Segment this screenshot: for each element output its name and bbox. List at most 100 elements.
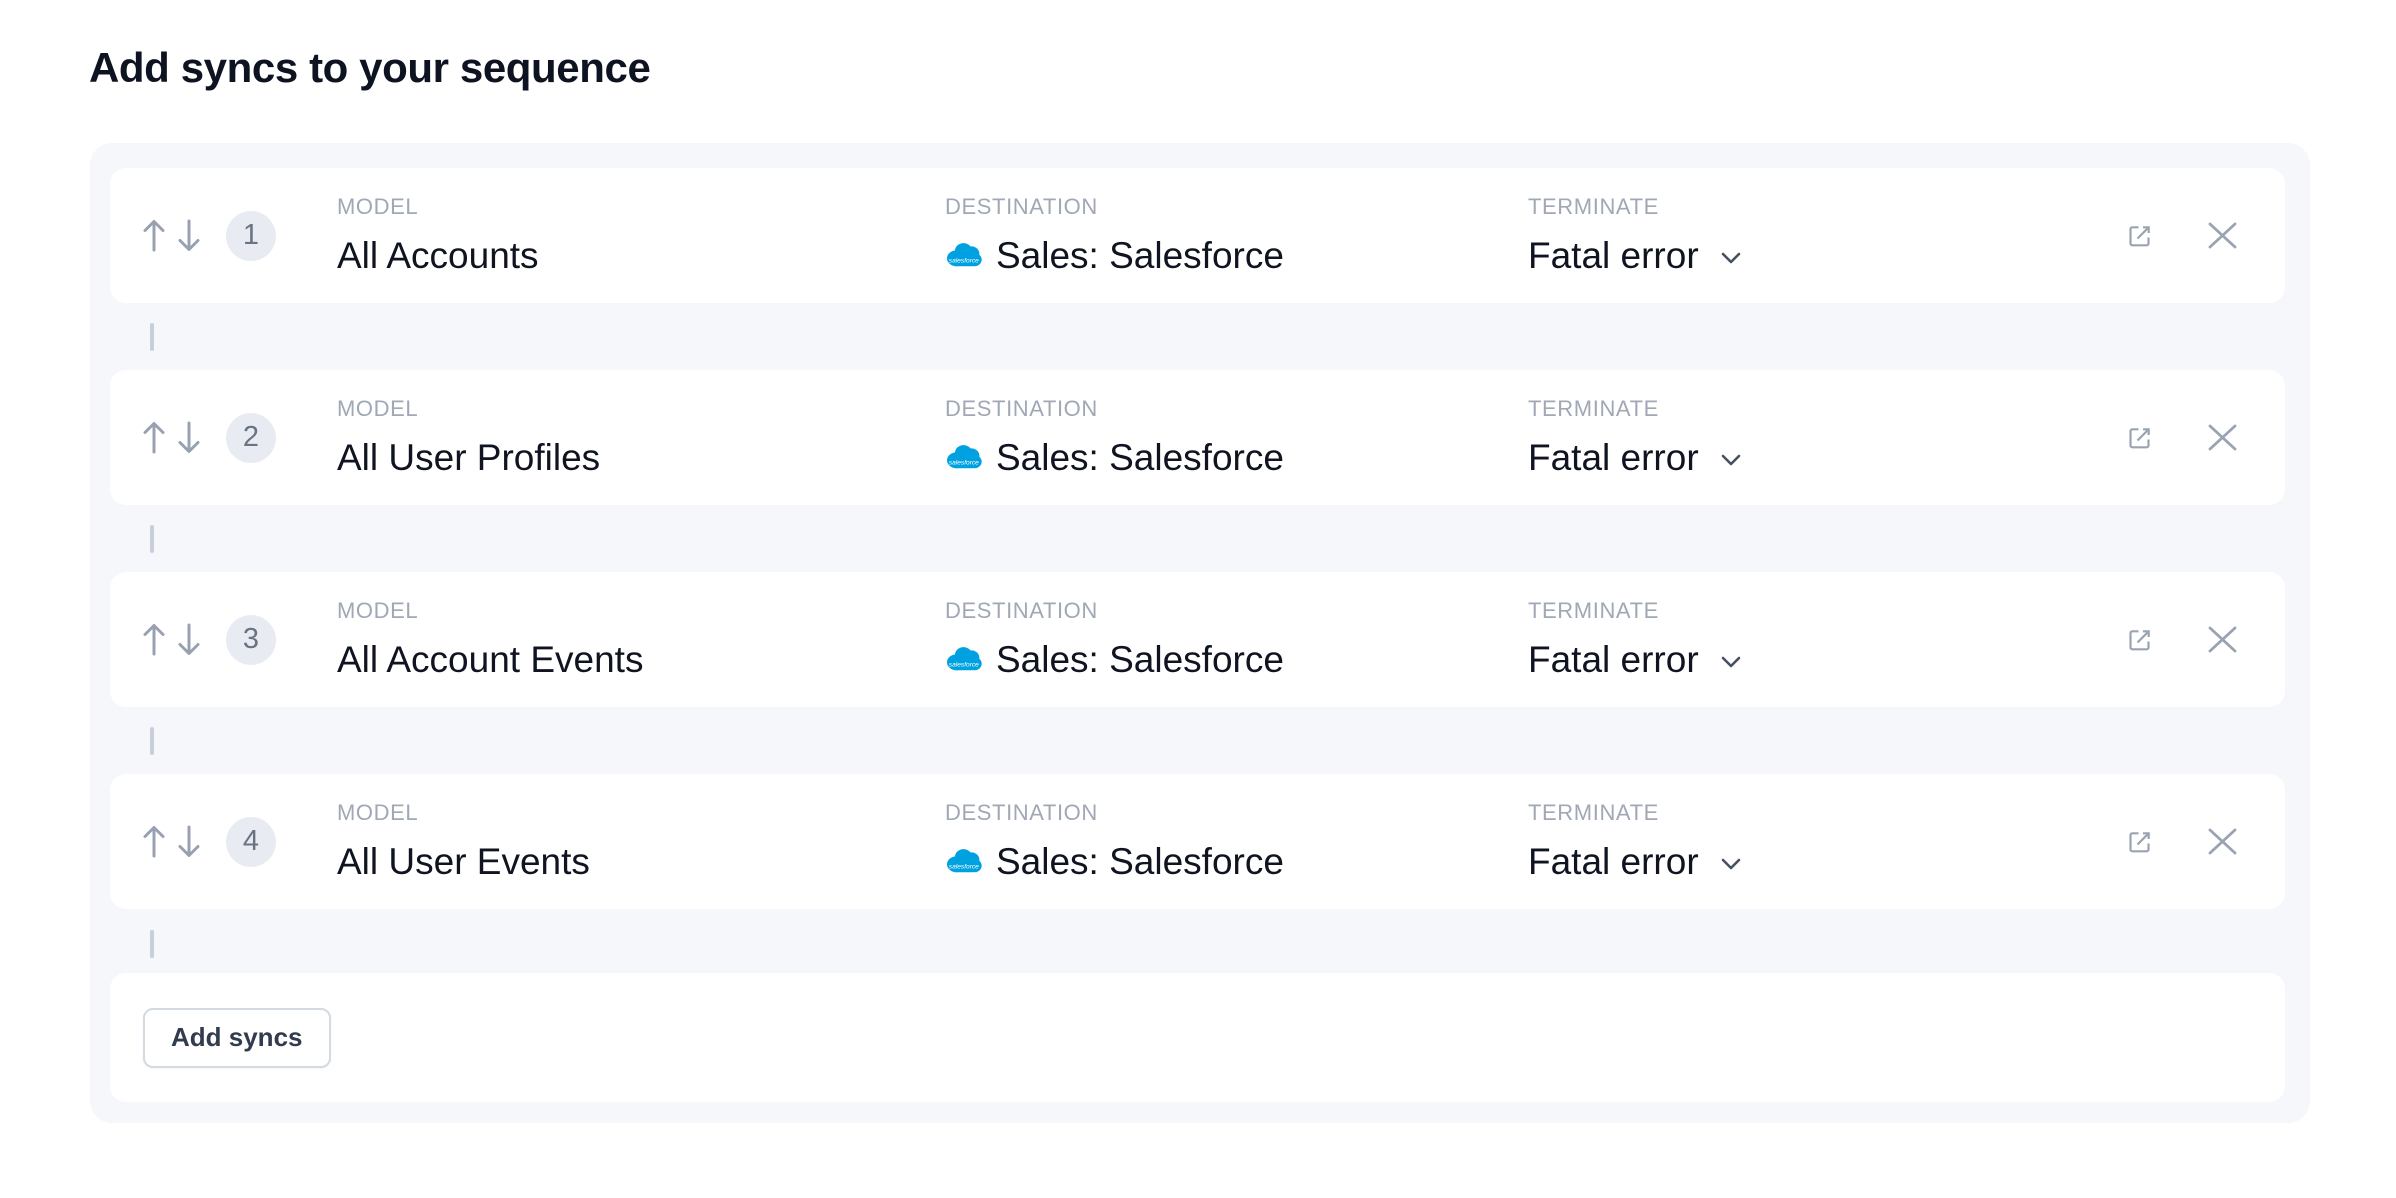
model-name: All Accounts — [337, 233, 945, 278]
close-icon — [2207, 828, 2238, 855]
move-down-button[interactable] — [178, 218, 200, 253]
salesforce-icon: salesforce — [945, 241, 982, 269]
external-link-icon — [2127, 223, 2153, 249]
model-name: All User Events — [337, 839, 945, 884]
destination-column: DESTINATION salesforce Sales: Salesforce — [945, 598, 1528, 682]
remove-sync-button[interactable] — [2207, 424, 2238, 451]
terminate-column-label: TERMINATE — [1528, 598, 2127, 624]
arrow-up-icon — [143, 622, 165, 657]
reorder-controls: 2 — [143, 413, 337, 463]
move-up-button[interactable] — [143, 218, 165, 253]
arrow-down-icon — [178, 420, 200, 455]
model-column: MODEL All User Events — [337, 800, 945, 884]
sequence-connector — [150, 727, 154, 755]
destination-name: Sales: Salesforce — [996, 435, 1284, 480]
terminate-column: TERMINATE Fatal error — [1528, 396, 2127, 480]
open-sync-button[interactable] — [2127, 829, 2153, 855]
open-sync-button[interactable] — [2127, 425, 2153, 451]
destination-column: DESTINATION salesforce Sales: Salesforce — [945, 396, 1528, 480]
destination-column-label: DESTINATION — [945, 598, 1528, 624]
destination-name: Sales: Salesforce — [996, 839, 1284, 884]
chevron-down-icon — [1721, 252, 1741, 264]
svg-text:salesforce: salesforce — [949, 459, 979, 466]
sync-row: 2 MODEL All User Profiles DESTINATION sa… — [110, 370, 2285, 505]
terminate-value: Fatal error — [1528, 435, 1699, 480]
add-syncs-button[interactable]: Add syncs — [143, 1008, 331, 1068]
salesforce-icon: salesforce — [945, 645, 982, 673]
row-actions — [2127, 828, 2238, 855]
remove-sync-button[interactable] — [2207, 222, 2238, 249]
terminate-value: Fatal error — [1528, 637, 1699, 682]
open-sync-button[interactable] — [2127, 223, 2153, 249]
close-icon — [2207, 626, 2238, 653]
chevron-down-icon — [1721, 656, 1741, 668]
external-link-icon — [2127, 627, 2153, 653]
sequence-connector — [150, 930, 154, 958]
arrow-down-icon — [178, 622, 200, 657]
sequence-connector — [150, 323, 154, 351]
terminate-value: Fatal error — [1528, 233, 1699, 278]
reorder-controls: 1 — [143, 211, 337, 261]
reorder-controls: 4 — [143, 817, 337, 867]
svg-text:salesforce: salesforce — [949, 863, 979, 870]
model-column-label: MODEL — [337, 800, 945, 826]
model-column-label: MODEL — [337, 598, 945, 624]
terminate-select[interactable]: Fatal error — [1528, 233, 2127, 278]
terminate-column-label: TERMINATE — [1528, 396, 2127, 422]
terminate-value: Fatal error — [1528, 839, 1699, 884]
terminate-select[interactable]: Fatal error — [1528, 637, 2127, 682]
sync-row: 4 MODEL All User Events DESTINATION sale… — [110, 774, 2285, 909]
row-actions — [2127, 424, 2238, 451]
external-link-icon — [2127, 829, 2153, 855]
move-down-button[interactable] — [178, 622, 200, 657]
sequence-number-badge: 4 — [226, 817, 276, 867]
chevron-down-icon — [1721, 454, 1741, 466]
salesforce-icon: salesforce — [945, 443, 982, 471]
move-down-button[interactable] — [178, 824, 200, 859]
model-name: All User Profiles — [337, 435, 945, 480]
chevron-down-icon — [1721, 858, 1741, 870]
model-column: MODEL All Accounts — [337, 194, 945, 278]
terminate-column: TERMINATE Fatal error — [1528, 194, 2127, 278]
external-link-icon — [2127, 425, 2153, 451]
salesforce-icon: salesforce — [945, 847, 982, 875]
move-up-button[interactable] — [143, 622, 165, 657]
syncs-panel: 1 MODEL All Accounts DESTINATION salesfo… — [90, 143, 2310, 1123]
svg-text:salesforce: salesforce — [949, 661, 979, 668]
arrow-up-icon — [143, 420, 165, 455]
model-column-label: MODEL — [337, 194, 945, 220]
page-title: Add syncs to your sequence — [89, 44, 650, 92]
terminate-column: TERMINATE Fatal error — [1528, 800, 2127, 884]
move-down-button[interactable] — [178, 420, 200, 455]
close-icon — [2207, 222, 2238, 249]
terminate-select[interactable]: Fatal error — [1528, 839, 2127, 884]
close-icon — [2207, 424, 2238, 451]
row-actions — [2127, 626, 2238, 653]
row-actions — [2127, 222, 2238, 249]
reorder-controls: 3 — [143, 615, 337, 665]
destination-column-label: DESTINATION — [945, 194, 1528, 220]
add-syncs-card: Add syncs — [110, 973, 2285, 1102]
model-column: MODEL All Account Events — [337, 598, 945, 682]
move-up-button[interactable] — [143, 824, 165, 859]
arrow-down-icon — [178, 218, 200, 253]
destination-name: Sales: Salesforce — [996, 637, 1284, 682]
destination-name: Sales: Salesforce — [996, 233, 1284, 278]
sequence-number-badge: 1 — [226, 211, 276, 261]
sequence-number-badge: 2 — [226, 413, 276, 463]
destination-column: DESTINATION salesforce Sales: Salesforce — [945, 800, 1528, 884]
arrow-up-icon — [143, 824, 165, 859]
remove-sync-button[interactable] — [2207, 828, 2238, 855]
destination-column-label: DESTINATION — [945, 396, 1528, 422]
move-up-button[interactable] — [143, 420, 165, 455]
sync-row: 1 MODEL All Accounts DESTINATION salesfo… — [110, 168, 2285, 303]
terminate-column-label: TERMINATE — [1528, 194, 2127, 220]
open-sync-button[interactable] — [2127, 627, 2153, 653]
terminate-column-label: TERMINATE — [1528, 800, 2127, 826]
destination-column-label: DESTINATION — [945, 800, 1528, 826]
model-column: MODEL All User Profiles — [337, 396, 945, 480]
terminate-column: TERMINATE Fatal error — [1528, 598, 2127, 682]
remove-sync-button[interactable] — [2207, 626, 2238, 653]
destination-column: DESTINATION salesforce Sales: Salesforce — [945, 194, 1528, 278]
terminate-select[interactable]: Fatal error — [1528, 435, 2127, 480]
